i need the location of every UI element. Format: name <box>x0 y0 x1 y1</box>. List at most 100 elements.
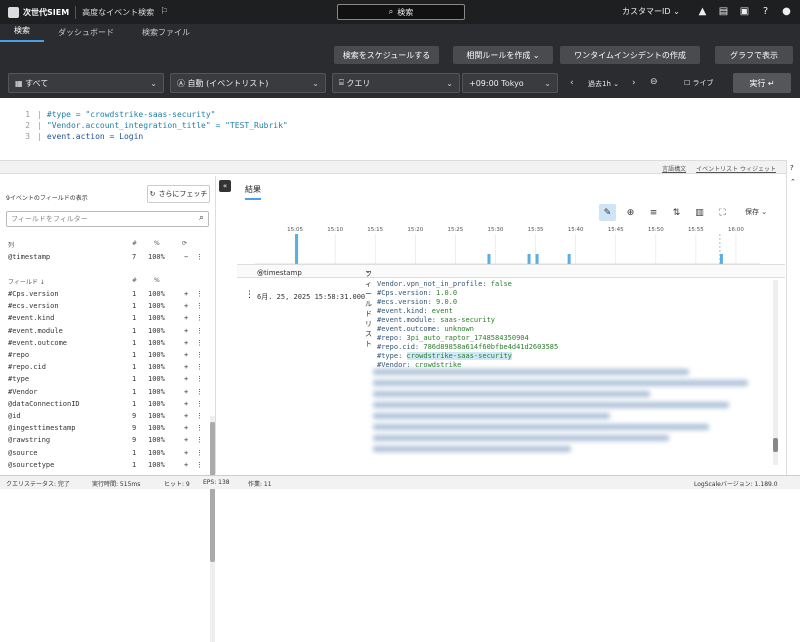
histogram-bar[interactable] <box>295 234 298 264</box>
time-range-select[interactable]: 過去1h ⌄ <box>588 79 619 89</box>
save-dropdown[interactable]: 保存 ⌄ <box>745 207 767 217</box>
field-value[interactable]: 1.0.0 <box>436 289 457 297</box>
more-icon[interactable]: ⋮ <box>196 253 203 261</box>
field-row[interactable]: #repo1100%+⋮ <box>8 351 208 363</box>
tab-search-files[interactable]: 検索ファイル <box>128 27 204 42</box>
more-icon[interactable]: ⋮ <box>196 302 203 310</box>
field-row[interactable]: @ingesttimestamp9100%+⋮ <box>8 424 208 436</box>
help-icon[interactable]: ? <box>760 5 771 17</box>
add-icon[interactable]: + <box>184 290 188 298</box>
schedule-search-button[interactable]: 検索をスケジュールする <box>334 46 439 64</box>
column-row[interactable]: @timestamp 7 100% − ⋮ <box>8 253 208 265</box>
fields-scrollbar[interactable] <box>210 416 215 642</box>
more-icon[interactable]: ⋮ <box>196 461 203 469</box>
more-icon[interactable]: ⋮ <box>196 327 203 335</box>
collapse-icon[interactable]: ⌃ <box>790 178 796 186</box>
sync-icon[interactable]: ⟳ <box>182 240 187 247</box>
field-row[interactable]: #Cps.version1100%+⋮ <box>8 290 208 302</box>
query-editor[interactable]: 1| #type = "crowdstrike-saas-security" 2… <box>0 98 800 160</box>
event-histogram[interactable]: 15:0515:1015:1515:2015:2515:3015:3515:40… <box>255 224 760 266</box>
add-icon[interactable]: + <box>184 339 188 347</box>
add-icon[interactable]: + <box>184 436 188 444</box>
histogram-bar[interactable] <box>568 254 571 264</box>
zoom-out-icon[interactable]: ⊖ <box>650 77 658 87</box>
more-icon[interactable]: ⋮ <box>196 400 203 408</box>
histogram-bar[interactable] <box>487 254 490 264</box>
mode-select[interactable]: Ⓐ 自動 (イベントリスト) ⌄ <box>170 73 326 93</box>
field-row[interactable]: #event.module1100%+⋮ <box>8 327 208 339</box>
crosshair-icon[interactable]: ⊕ <box>622 204 639 221</box>
create-onetime-incident-button[interactable]: ワンタイムインシデントの作成 <box>560 46 700 64</box>
add-icon[interactable]: + <box>184 375 188 383</box>
repository-select[interactable]: ▦ すべて ⌄ <box>8 73 164 93</box>
more-icon[interactable]: ⋮ <box>196 314 203 322</box>
run-button[interactable]: 実行 ↵ <box>733 73 791 93</box>
tab-dashboard[interactable]: ダッシュボード <box>44 27 128 42</box>
global-search-button[interactable]: ⌕ 検索 <box>337 4 465 20</box>
bookmark-icon[interactable]: ⚐ <box>160 7 168 17</box>
tab-search[interactable]: 検索 <box>0 25 44 42</box>
chevron-left-icon[interactable]: ‹ <box>570 78 574 88</box>
fullscreen-icon[interactable]: ⛶ <box>714 204 731 221</box>
create-correlation-rule-button[interactable]: 相関ルールを作成 ⌄ <box>453 46 553 64</box>
show-graph-button[interactable]: グラフで表示 <box>715 46 793 64</box>
add-icon[interactable]: + <box>184 363 188 371</box>
sort-icon[interactable]: ⇅ <box>668 204 685 221</box>
histogram-bar[interactable] <box>536 254 539 264</box>
scroll-thumb[interactable] <box>210 422 215 562</box>
field-value[interactable]: 3pi_auto_raptor_1748584350904 <box>407 334 529 342</box>
bell-icon[interactable]: ▲ <box>697 5 708 17</box>
more-icon[interactable]: ⋮ <box>196 363 203 371</box>
add-icon[interactable]: + <box>184 388 188 396</box>
field-row[interactable]: @rawstring9100%+⋮ <box>8 436 208 448</box>
filter-lines-icon[interactable]: ≡ <box>645 204 662 221</box>
more-icon[interactable]: ⋮ <box>196 424 203 432</box>
add-icon[interactable]: + <box>184 302 188 310</box>
remove-icon[interactable]: − <box>184 253 188 261</box>
add-icon[interactable]: + <box>184 412 188 420</box>
add-icon[interactable]: + <box>184 351 188 359</box>
field-row[interactable]: @id9100%+⋮ <box>8 412 208 424</box>
syntax-link[interactable]: 言語構文 <box>662 164 686 173</box>
editor-resize-bar[interactable]: 言語構文 イベントリスト ウィジェット <box>0 160 800 174</box>
field-row[interactable]: #event.kind1100%+⋮ <box>8 314 208 326</box>
field-row[interactable]: @dataConnectionID1100%+⋮ <box>8 400 208 412</box>
more-icon[interactable]: ⋮ <box>196 388 203 396</box>
collapse-panel-button[interactable]: « <box>219 180 231 192</box>
more-icon[interactable]: ⋮ <box>196 412 203 420</box>
user-icon[interactable]: ● <box>781 5 792 17</box>
chart-icon[interactable]: ▥ <box>691 204 708 221</box>
results-scrollbar[interactable] <box>773 280 778 465</box>
histogram-bar[interactable] <box>528 254 531 264</box>
field-filter-input[interactable]: フィールドをフィルター ⌕ <box>6 211 209 227</box>
more-icon[interactable]: ⋮ <box>196 290 203 298</box>
field-row[interactable]: #repo.cid1100%+⋮ <box>8 363 208 375</box>
more-icon[interactable]: ⋮ <box>196 351 203 359</box>
field-row[interactable]: #event.outcome1100%+⋮ <box>8 339 208 351</box>
field-value[interactable]: event <box>432 307 453 315</box>
scroll-thumb[interactable] <box>773 438 778 452</box>
field-row[interactable]: #type1100%+⋮ <box>8 375 208 387</box>
tab-results[interactable]: 結果 <box>245 184 261 200</box>
more-icon[interactable]: ⋮ <box>196 375 203 383</box>
fields-column-header[interactable]: フィールドリスト ⌄ <box>365 267 371 275</box>
add-icon[interactable]: + <box>184 424 188 432</box>
timestamp-column-header[interactable]: @timestamp ⌄ <box>257 267 263 275</box>
field-value[interactable]: 9.0.0 <box>436 298 457 306</box>
timezone-select[interactable]: +09:00 Tokyo ⌄ <box>462 73 558 93</box>
add-icon[interactable]: + <box>184 327 188 335</box>
live-checkbox[interactable]: ☐ ライブ <box>684 78 714 88</box>
fetch-more-button[interactable]: ↻ さらにフェッチ <box>147 185 210 203</box>
widget-link[interactable]: イベントリスト ウィジェット <box>696 164 776 173</box>
add-icon[interactable]: + <box>184 449 188 457</box>
more-icon[interactable]: ⋮ <box>196 449 203 457</box>
code-icon[interactable]: ▣ <box>739 5 750 17</box>
pen-icon[interactable]: ✎ <box>599 204 616 221</box>
field-value[interactable]: unknown <box>444 325 474 333</box>
field-row[interactable]: @sourcetype1100%+⋮ <box>8 461 208 473</box>
field-row[interactable]: #ecs.version1100%+⋮ <box>8 302 208 314</box>
field-value[interactable]: false <box>491 280 512 288</box>
help-icon[interactable]: ? <box>790 164 794 172</box>
add-icon[interactable]: + <box>184 314 188 322</box>
more-icon[interactable]: ⋮ <box>196 339 203 347</box>
